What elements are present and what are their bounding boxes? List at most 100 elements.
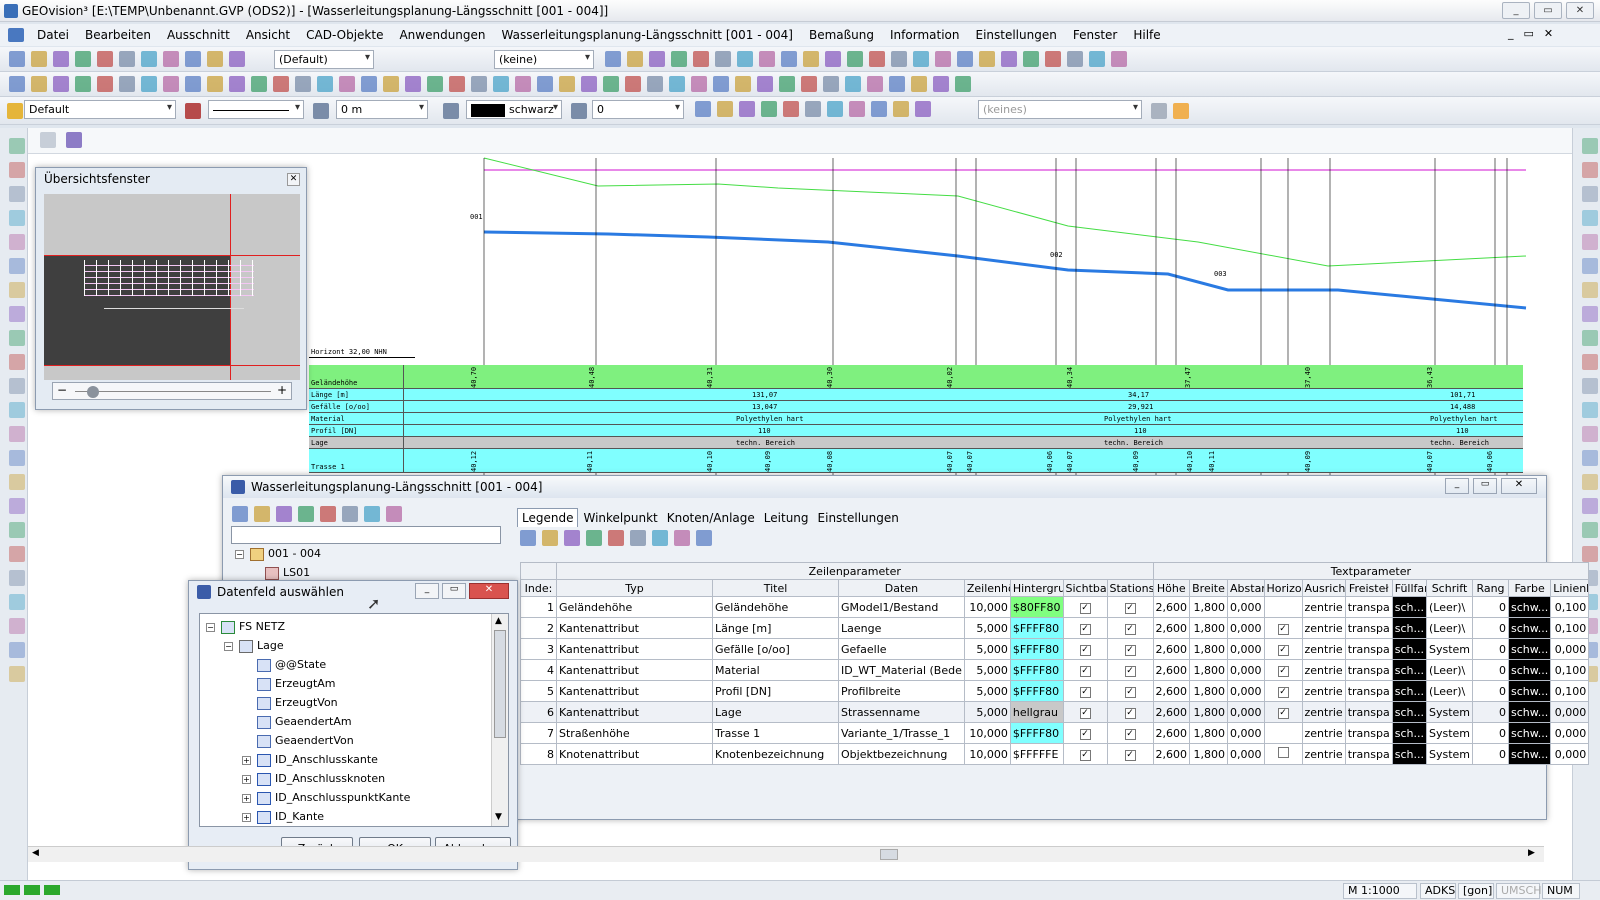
cell-abstand[interactable]: 0,000	[1227, 680, 1265, 702]
scroll-down-icon[interactable]: ▼	[495, 812, 502, 822]
left-tool-icon-18[interactable]	[9, 570, 25, 586]
cell-sichtbar[interactable]: ✓	[1062, 596, 1108, 618]
cell-horizontal[interactable]: ✓	[1263, 617, 1303, 639]
tree-expand-icon[interactable]: −	[224, 641, 233, 651]
width-combo[interactable]: 0	[592, 100, 684, 119]
checkbox-icon[interactable]: ✓	[1277, 666, 1289, 677]
cell-titel[interactable]: Länge [m]	[712, 617, 839, 639]
editor-tool-icon-1[interactable]	[254, 506, 270, 522]
column-header-5[interactable]: Hintergru	[1009, 579, 1064, 597]
menu-item-3[interactable]: Ansicht	[239, 28, 297, 42]
checkbox-icon[interactable]: ✓	[1124, 750, 1136, 761]
datafield-item[interactable]: GeaendertAm	[206, 712, 508, 731]
canvas-layers-icon[interactable]	[65, 132, 82, 148]
cell-hintergrund[interactable]: $FFFF80	[1009, 659, 1064, 681]
right-tool-icon-9[interactable]	[1582, 354, 1598, 370]
datafield-item[interactable]: ErzeugtVon	[206, 693, 508, 712]
cell-titel[interactable]: Geländehöhe	[712, 596, 839, 618]
cell-breite[interactable]: 1,800	[1189, 701, 1229, 723]
right-tool-icon-8[interactable]	[1582, 330, 1598, 346]
cell-schriftart[interactable]: System	[1425, 743, 1474, 765]
tab-winkelpunkt[interactable]: Winkelpunkt	[579, 509, 661, 527]
height-icon[interactable]	[443, 103, 459, 119]
toolbar-main-icon-9[interactable]	[207, 51, 223, 67]
cell-horizontal[interactable]	[1263, 722, 1303, 744]
datafield-item[interactable]: − Lage	[206, 636, 508, 655]
left-tool-icon-17[interactable]	[9, 546, 25, 562]
cell-sichtbar[interactable]: ✓	[1062, 617, 1108, 639]
toolbar-main-b-icon-1[interactable]	[627, 51, 643, 67]
dialog-close-button[interactable]: ✕	[469, 583, 509, 599]
cell-ausrichtung[interactable]: zentrie	[1301, 701, 1346, 723]
cell-stationslinie[interactable]: ✓	[1106, 743, 1154, 765]
checkbox-icon[interactable]: ✓	[1277, 624, 1289, 635]
right-tool-icon-11[interactable]	[1582, 402, 1598, 418]
column-header-13[interactable]: Freisteł	[1344, 579, 1393, 597]
cell-fuellfarbe[interactable]: sch...	[1391, 722, 1427, 744]
cell-ausrichtung[interactable]: zentrie	[1301, 743, 1346, 765]
hscroll-thumb[interactable]	[880, 849, 898, 860]
toolbar-prop-icon-1[interactable]	[717, 101, 733, 117]
cell-stationslinie[interactable]: ✓	[1106, 638, 1154, 660]
tree-expand-icon[interactable]: +	[242, 755, 251, 765]
right-tool-icon-7[interactable]	[1582, 306, 1598, 322]
toolbar-cad-icon-2[interactable]	[53, 76, 69, 92]
toolbar-cad-icon-15[interactable]	[339, 76, 355, 92]
toolbar-cad-icon-36[interactable]	[801, 76, 817, 92]
checkbox-icon[interactable]: ✓	[1124, 645, 1136, 656]
color-icon[interactable]	[571, 103, 587, 119]
datafield-item[interactable]: @@State	[206, 655, 508, 674]
cell-linienbreite[interactable]: 0,000	[1550, 638, 1590, 660]
cell-schriftart[interactable]: System	[1425, 701, 1474, 723]
cell-linienbreite[interactable]: 0,000	[1550, 722, 1590, 744]
cell-zeilenhoehe[interactable]: 5,000	[963, 701, 1011, 723]
grid-tool-icon-1[interactable]	[542, 530, 558, 546]
mdi-minimize-button[interactable]: _	[1508, 27, 1524, 40]
canvas-view-icon[interactable]	[40, 132, 56, 148]
tab-leitung[interactable]: Leitung	[760, 509, 813, 527]
cell-schriftart[interactable]: System	[1425, 638, 1474, 660]
toolbar-main-icon-3[interactable]	[75, 51, 91, 67]
toolbar-main-icon-8[interactable]	[185, 51, 201, 67]
toolbar-prop-icon-0[interactable]	[695, 101, 711, 117]
cell-titel[interactable]: Lage	[712, 701, 839, 723]
cell-titel[interactable]: Knotenbezeichnung	[712, 743, 839, 765]
toolbar-main-b-icon-19[interactable]	[1023, 51, 1039, 67]
column-header-17[interactable]: Farbe	[1507, 579, 1552, 597]
column-header-1[interactable]: Typ	[556, 579, 713, 597]
editor-tree-filter[interactable]	[231, 526, 501, 544]
cell-breite[interactable]: 1,800	[1189, 617, 1229, 639]
left-tool-icon-9[interactable]	[9, 354, 25, 370]
cell-hoehe[interactable]: 2,600	[1152, 617, 1191, 639]
cell-titel[interactable]: Gefälle [o/oo]	[712, 638, 839, 660]
hscroll-left-icon[interactable]: ◀	[32, 848, 39, 858]
toolbar-main-icon-4[interactable]	[97, 51, 113, 67]
cell-fuellfarbe[interactable]: sch...	[1391, 680, 1427, 702]
left-tool-icon-4[interactable]	[9, 234, 25, 250]
left-tool-icon-19[interactable]	[9, 594, 25, 610]
checkbox-icon[interactable]: ✓	[1124, 708, 1136, 719]
linetype-icon[interactable]	[313, 103, 329, 119]
toolbar-main-icon-7[interactable]	[163, 51, 179, 67]
datafield-item[interactable]: GeaendertVon	[206, 731, 508, 750]
menu-item-10[interactable]: Fenster	[1066, 28, 1125, 42]
right-tool-icon-13[interactable]	[1582, 450, 1598, 466]
checkbox-icon[interactable]: ✓	[1079, 708, 1091, 719]
zoom-thumb[interactable]	[87, 386, 99, 398]
datafield-item[interactable]: + ID_Kante	[206, 807, 508, 826]
cell-rang[interactable]: 0	[1472, 680, 1509, 702]
checkbox-icon[interactable]: ✓	[1124, 687, 1136, 698]
toolbar-main-b-icon-12[interactable]	[869, 51, 885, 67]
editor-tool-icon-3[interactable]	[298, 506, 314, 522]
cell-fuellfarbe[interactable]: sch...	[1391, 617, 1427, 639]
cell-hintergrund[interactable]: $FFFFFE	[1009, 743, 1064, 765]
cell-hintergrund[interactable]: $FFFF80	[1009, 722, 1064, 744]
cell-farbe[interactable]: schw...	[1507, 638, 1552, 660]
toolbar-main-icon-1[interactable]	[31, 51, 47, 67]
layer-settings-icon[interactable]	[185, 103, 201, 119]
toolbar-main-b-icon-13[interactable]	[891, 51, 907, 67]
cell-abstand[interactable]: 0,000	[1227, 617, 1265, 639]
cell-schriftart[interactable]: System	[1425, 722, 1474, 744]
cell-breite[interactable]: 1,800	[1189, 680, 1229, 702]
tab-legende[interactable]: Legende	[517, 508, 579, 527]
